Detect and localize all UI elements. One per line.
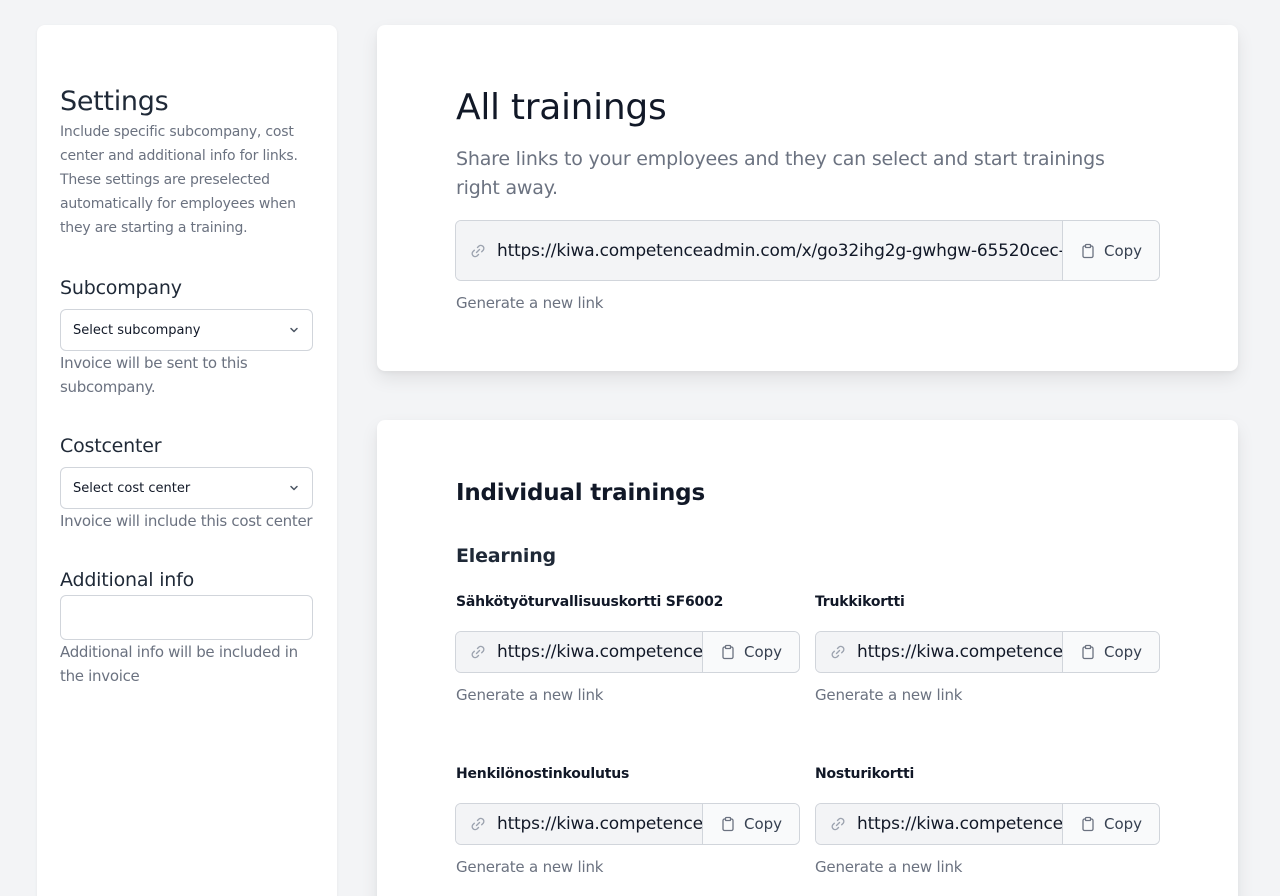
all-trainings-copy-label: Copy xyxy=(1103,241,1143,260)
settings-title: Settings xyxy=(60,86,169,117)
training-copy-label: Copy xyxy=(743,643,783,661)
training-link-url[interactable]: https://kiwa.competenceadmin.com xyxy=(456,632,703,672)
link-icon xyxy=(471,817,485,831)
costcenter-select-value: Select cost center xyxy=(73,480,191,496)
training-generate-link[interactable]: Generate a new link xyxy=(815,686,962,704)
additional-info-label: Additional info xyxy=(60,569,195,591)
training-name: Trukkikortti xyxy=(815,594,905,610)
training-link-text: https://kiwa.competenceadmin.com xyxy=(497,642,702,662)
all-trainings-link-field: https://kiwa.competenceadmin.com/x/go32i… xyxy=(455,220,1160,281)
subcompany-group: Subcompany Select subcompany Invoice wil… xyxy=(60,275,314,399)
costcenter-select[interactable]: Select cost center xyxy=(60,467,313,509)
subcompany-help: Invoice will be sent to this subcompany. xyxy=(60,354,248,396)
training-name: Sähkötyöturvallisuuskortti SF6002 xyxy=(456,594,724,610)
chevron-down-icon xyxy=(290,485,298,491)
link-icon xyxy=(471,645,485,659)
chevron-down-icon xyxy=(290,327,298,333)
training-generate-link[interactable]: Generate a new link xyxy=(456,686,603,704)
training-copy-button[interactable]: Copy xyxy=(1063,632,1159,672)
link-icon xyxy=(831,645,845,659)
link-icon xyxy=(831,817,845,831)
training-copy-label: Copy xyxy=(743,815,783,833)
costcenter-group: Costcenter Select cost center Invoice wi… xyxy=(60,433,314,533)
clipboard-icon xyxy=(1082,816,1094,832)
training-link-url[interactable]: https://kiwa.competenceadmin.com xyxy=(456,804,703,844)
training-link-field: https://kiwa.competenceadmin.com Copy xyxy=(815,803,1160,845)
clipboard-icon xyxy=(1082,644,1094,660)
training-copy-label: Copy xyxy=(1103,643,1143,661)
clipboard-icon xyxy=(722,644,734,660)
all-trainings-link-text: https://kiwa.competenceadmin.com/x/go32i… xyxy=(497,240,1062,261)
training-link-text: https://kiwa.competenceadmin.com xyxy=(857,814,1062,834)
clipboard-icon xyxy=(1082,243,1094,258)
link-icon xyxy=(471,244,485,257)
training-copy-button[interactable]: Copy xyxy=(1063,804,1159,844)
training-link-url[interactable]: https://kiwa.competenceadmin.com xyxy=(816,804,1063,844)
all-trainings-generate-link[interactable]: Generate a new link xyxy=(456,294,603,312)
training-copy-button[interactable]: Copy xyxy=(703,804,799,844)
training-link-field: https://kiwa.competenceadmin.com Copy xyxy=(815,631,1160,673)
subcompany-select-value: Select subcompany xyxy=(73,322,201,338)
training-name: Nosturikortti xyxy=(815,766,915,782)
costcenter-help: Invoice will include this cost center xyxy=(60,512,313,530)
all-trainings-card: All trainings Share links to your employ… xyxy=(377,25,1238,371)
elearning-heading: Elearning xyxy=(456,545,556,567)
training-name: Henkilönostinkoulutus xyxy=(456,766,630,782)
all-trainings-description: Share links to your employees and they c… xyxy=(456,148,1105,199)
training-copy-button[interactable]: Copy xyxy=(703,632,799,672)
all-trainings-title: All trainings xyxy=(456,87,667,128)
training-generate-link[interactable]: Generate a new link xyxy=(815,858,962,876)
settings-description: Include specific subcompany, cost center… xyxy=(60,124,298,236)
settings-panel: Settings Include specific subcompany, co… xyxy=(37,25,337,896)
training-link-url[interactable]: https://kiwa.competenceadmin.com xyxy=(816,632,1063,672)
additional-info-help: Additional info will be included in the … xyxy=(60,643,298,685)
subcompany-label: Subcompany xyxy=(60,277,182,299)
training-link-text: https://kiwa.competenceadmin.com xyxy=(497,814,702,834)
training-generate-link[interactable]: Generate a new link xyxy=(456,858,603,876)
additional-info-input[interactable] xyxy=(60,595,313,640)
clipboard-icon xyxy=(722,816,734,832)
costcenter-label: Costcenter xyxy=(60,435,162,457)
individual-trainings-card: Individual trainings Elearning Sähkötyöt… xyxy=(377,420,1238,896)
additional-info-group: Additional info Additional info will be … xyxy=(60,567,314,688)
all-trainings-copy-button[interactable]: Copy xyxy=(1063,221,1159,280)
training-copy-label: Copy xyxy=(1103,815,1143,833)
individual-trainings-title: Individual trainings xyxy=(456,480,705,506)
subcompany-select[interactable]: Select subcompany xyxy=(60,309,313,351)
training-link-field: https://kiwa.competenceadmin.com Copy xyxy=(455,803,800,845)
training-link-field: https://kiwa.competenceadmin.com Copy xyxy=(455,631,800,673)
all-trainings-link-url[interactable]: https://kiwa.competenceadmin.com/x/go32i… xyxy=(456,221,1063,280)
training-link-text: https://kiwa.competenceadmin.com xyxy=(857,642,1062,662)
